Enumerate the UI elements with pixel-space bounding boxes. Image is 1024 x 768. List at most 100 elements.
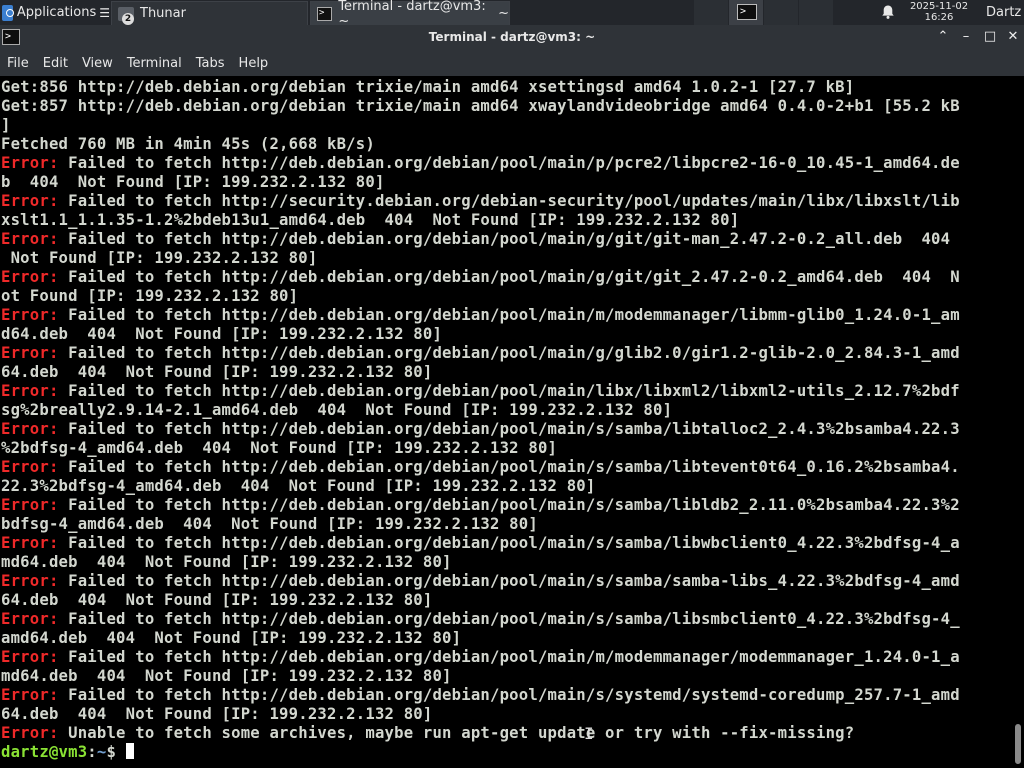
minimize-button[interactable]: –: [957, 28, 975, 46]
scrollbar-thumb[interactable]: [1015, 724, 1021, 764]
terminal-icon: >: [317, 6, 333, 21]
error-prefix: Error:: [1, 610, 59, 628]
error-prefix: Error:: [1, 420, 59, 438]
line-text: 22.3%2bdfsg-4_amd64.deb 404 Not Found [I…: [1, 477, 596, 495]
error-prefix: Error:: [1, 306, 59, 324]
menu-file[interactable]: File: [0, 56, 36, 71]
applications-icon: [2, 4, 14, 21]
line-text: Failed to fetch http://deb.debian.org/de…: [58, 230, 951, 248]
window-title: Terminal - dartz@vm3: ~: [428, 30, 596, 44]
scrollbar[interactable]: [1012, 76, 1024, 768]
terminal-line: ot Found [IP: 199.232.2.132 80]: [1, 287, 298, 306]
line-text: md64.deb 404 Not Found [IP: 199.232.2.13…: [1, 667, 452, 685]
applications-menu[interactable]: Applications ☰: [0, 0, 110, 25]
terminal-output[interactable]: Get:856 http://deb.debian.org/debian tri…: [0, 76, 1012, 768]
line-text: Failed to fetch http://deb.debian.org/de…: [58, 610, 960, 628]
line-text: %2bdfsg-4_amd64.deb 404 Not Found [IP: 1…: [1, 439, 558, 457]
terminal-line: bdfsg-4_amd64.deb 404 Not Found [IP: 199…: [1, 515, 538, 534]
error-prefix: Error:: [1, 724, 59, 742]
error-prefix: Error:: [1, 458, 59, 476]
line-text: b 404 Not Found [IP: 199.232.2.132 80]: [1, 173, 385, 191]
error-prefix: Error:: [1, 230, 59, 248]
line-text: d64.deb 404 Not Found [IP: 199.232.2.132…: [1, 325, 443, 343]
menu-icon: ☰: [99, 5, 110, 20]
terminal-line: Fetched 760 MB in 4min 45s (2,668 kB/s): [1, 135, 375, 154]
terminal-line: Error: Failed to fetch http://deb.debian…: [1, 648, 960, 667]
line-text: Fetched 760 MB in 4min 45s (2,668 kB/s): [1, 135, 375, 153]
error-prefix: Error:: [1, 154, 59, 172]
terminal-line: Error: Failed to fetch http://deb.debian…: [1, 496, 960, 515]
terminal-line: Error: Failed to fetch http://deb.debian…: [1, 154, 960, 173]
user-menu[interactable]: Dartz: [986, 0, 1021, 25]
terminal-line: %2bdfsg-4_amd64.deb 404 Not Found [IP: 1…: [1, 439, 557, 458]
menu-terminal[interactable]: Terminal: [120, 56, 189, 71]
terminal-cursor: [125, 743, 134, 759]
terminal-line: Error: Failed to fetch http://deb.debian…: [1, 572, 960, 591]
line-text: amd64.deb 404 Not Found [IP: 199.232.2.1…: [1, 629, 462, 647]
line-text: Failed to fetch http://security.debian.o…: [58, 192, 960, 210]
line-text: Failed to fetch http://deb.debian.org/de…: [58, 534, 960, 552]
terminal-line: Error: Failed to fetch http://deb.debian…: [1, 230, 950, 249]
line-text: Get:856 http://deb.debian.org/debian tri…: [1, 78, 855, 96]
terminal-line: sg%2breally2.9.14-2.1_amd64.deb 404 Not …: [1, 401, 672, 420]
line-text: Get:857 http://deb.debian.org/debian tri…: [1, 97, 960, 115]
workspace-3[interactable]: [764, 0, 798, 25]
workspace-1[interactable]: [694, 0, 728, 25]
line-text: Failed to fetch http://deb.debian.org/de…: [58, 306, 960, 324]
terminal-line: b 404 Not Found [IP: 199.232.2.132 80]: [1, 173, 385, 192]
taskbar-item-label: Thunar: [140, 6, 186, 21]
terminal-line: Error: Failed to fetch http://deb.debian…: [1, 306, 960, 325]
line-text: Failed to fetch http://deb.debian.org/de…: [58, 154, 960, 172]
taskbar-item-thunar[interactable]: 2 Thunar: [111, 1, 308, 26]
terminal-line: amd64.deb 404 Not Found [IP: 199.232.2.1…: [1, 629, 461, 648]
terminal-line: 64.deb 404 Not Found [IP: 199.232.2.132 …: [1, 363, 432, 382]
error-prefix: Error:: [1, 648, 59, 666]
terminal-line: 64.deb 404 Not Found [IP: 199.232.2.132 …: [1, 705, 432, 724]
text-cursor-icon: I: [584, 724, 594, 743]
terminal-line: Error: Failed to fetch http://deb.debian…: [1, 610, 960, 629]
clock[interactable]: 2025-11-02 16:26: [903, 1, 975, 23]
menu-bar: File Edit View Terminal Tabs Help: [0, 50, 1024, 76]
terminal-line: Error: Failed to fetch http://deb.debian…: [1, 420, 960, 439]
terminal-line: d64.deb 404 Not Found [IP: 199.232.2.132…: [1, 325, 442, 344]
workspace-4[interactable]: [799, 0, 833, 25]
error-prefix: Error:: [1, 572, 59, 590]
menu-help[interactable]: Help: [232, 56, 276, 71]
window-count-badge: 2: [122, 12, 134, 25]
maximize-button[interactable]: □: [981, 28, 999, 46]
taskbar-item-terminal[interactable]: > Terminal - dartz@vm3: ~ ~: [310, 0, 510, 29]
prompt-separator: :: [87, 743, 97, 761]
menu-view[interactable]: View: [75, 56, 120, 71]
folder-icon: 2: [118, 6, 134, 25]
terminal-line: Error: Failed to fetch http://deb.debian…: [1, 686, 960, 705]
line-text: xslt1.1_1.1.35-1.2%2bdeb13u1_amd64.deb 4…: [1, 211, 740, 229]
line-text: Failed to fetch http://deb.debian.org/de…: [58, 572, 960, 590]
terminal-line: Error: Failed to fetch http://deb.debian…: [1, 268, 960, 287]
line-text: sg%2breally2.9.14-2.1_amd64.deb 404 Not …: [1, 401, 673, 419]
workspace-2[interactable]: >: [729, 0, 763, 25]
shell-prompt[interactable]: dartz@vm3:~$: [1, 743, 134, 762]
line-text: Failed to fetch http://deb.debian.org/de…: [58, 648, 960, 666]
menu-edit[interactable]: Edit: [36, 56, 75, 71]
line-text: Failed to fetch http://deb.debian.org/de…: [58, 268, 960, 286]
line-text: 64.deb 404 Not Found [IP: 199.232.2.132 …: [1, 591, 433, 609]
shade-button[interactable]: ⌃: [934, 28, 952, 46]
line-text: Failed to fetch http://deb.debian.org/de…: [58, 382, 960, 400]
terminal-line: ]: [1, 116, 11, 135]
notification-bell-icon[interactable]: [880, 4, 896, 20]
terminal-line: md64.deb 404 Not Found [IP: 199.232.2.13…: [1, 553, 452, 572]
close-button[interactable]: ✕: [1004, 28, 1022, 46]
line-text: 64.deb 404 Not Found [IP: 199.232.2.132 …: [1, 363, 433, 381]
window-titlebar[interactable]: > Terminal - dartz@vm3: ~ ⌃ – □ ✕: [0, 25, 1024, 50]
terminal-line: 22.3%2bdfsg-4_amd64.deb 404 Not Found [I…: [1, 477, 595, 496]
clock-date: 2025-11-02: [909, 1, 969, 12]
prompt-symbol: $: [106, 743, 126, 761]
error-prefix: Error:: [1, 534, 59, 552]
error-prefix: Error:: [1, 192, 59, 210]
terminal-line: Get:857 http://deb.debian.org/debian tri…: [1, 97, 960, 116]
line-text: md64.deb 404 Not Found [IP: 199.232.2.13…: [1, 553, 452, 571]
terminal-line: 64.deb 404 Not Found [IP: 199.232.2.132 …: [1, 591, 432, 610]
menu-tabs[interactable]: Tabs: [189, 56, 232, 71]
line-text: 64.deb 404 Not Found [IP: 199.232.2.132 …: [1, 705, 433, 723]
error-prefix: Error:: [1, 496, 59, 514]
